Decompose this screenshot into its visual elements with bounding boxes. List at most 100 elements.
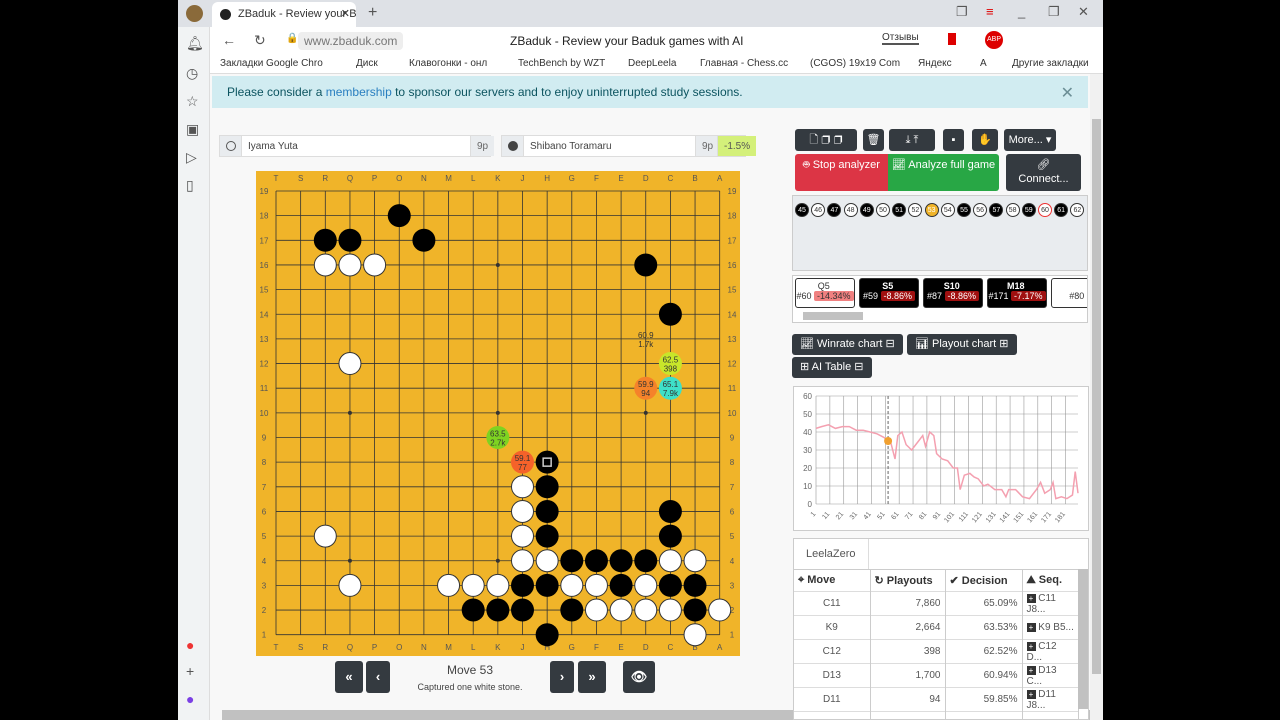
expand-icon[interactable]: + <box>1026 593 1036 603</box>
close-tab-icon[interactable]: ✕ <box>341 7 350 20</box>
move-strip-item[interactable]: 48 <box>843 203 858 217</box>
bookmark-item[interactable]: Яндекс <box>918 58 952 69</box>
minimize-button[interactable]: _ <box>1018 4 1025 19</box>
move-strip-item[interactable]: 53 <box>924 203 939 217</box>
expand-icon[interactable]: + <box>1026 665 1036 675</box>
white-player-name[interactable]: Iyama Yuta <box>248 141 298 152</box>
winrate-chart[interactable]: 0 10 20 30 40 50 60 1 11 21 31 41 51 61 71 81 91 101 111 12… <box>793 386 1089 531</box>
table-row[interactable]: D13 1,700 60.94% + D13 C... <box>794 663 1079 688</box>
handshake-icon[interactable]: ✋ <box>972 129 998 151</box>
download-upload-group[interactable]: ⤓ ⤒ <box>889 129 935 151</box>
move-strip-item[interactable]: 62 <box>1070 203 1085 217</box>
variation-card[interactable]: M18 #171 -7.17% <box>987 278 1047 308</box>
bookmark-icon[interactable] <box>948 33 956 45</box>
video-icon[interactable]: ▷ <box>186 149 197 166</box>
playout-chart-toggle[interactable]: 📊︎ Playout chart ⊞ <box>907 334 1017 355</box>
reload-icon[interactable]: ↻ <box>254 32 266 49</box>
col-move[interactable]: ⌖ Move <box>794 569 871 592</box>
membership-link[interactable]: membership <box>326 85 392 99</box>
prev-move-button[interactable]: ‹ <box>366 661 390 693</box>
url-field[interactable]: www.zbaduk.com <box>298 32 404 50</box>
move-strip-item[interactable]: 58 <box>1005 203 1020 217</box>
expand-icon[interactable]: + <box>1026 623 1036 632</box>
variation-card[interactable]: #80 <box>1051 278 1087 308</box>
winrate-chart-toggle[interactable]: 📈︎ Winrate chart ⊟ <box>792 334 903 355</box>
collections-icon[interactable]: ▣ <box>186 121 199 138</box>
move-strip-item[interactable]: 49 <box>859 203 874 217</box>
table-row[interactable]: C11 7,860 65.09% + C11 J8... <box>794 591 1079 616</box>
variation-card[interactable]: S5 #59 -8.86% <box>859 278 919 308</box>
variation-card[interactable]: Q5 #60 -14.34% <box>795 278 855 308</box>
variation-card[interactable]: S10 #87 -8.86% <box>923 278 983 308</box>
cards-scrollbar[interactable] <box>803 312 863 320</box>
bookmarks-icon[interactable]: ❐ <box>956 4 968 20</box>
table-row[interactable]: C12 398 62.52% + C12 D... <box>794 639 1079 664</box>
back-icon[interactable]: ← <box>222 32 236 48</box>
move-strip-item[interactable]: 56 <box>973 203 988 217</box>
close-window-button[interactable]: ✕ <box>1078 4 1089 20</box>
apps-icon[interactable]: ● <box>186 637 194 653</box>
restore-button[interactable]: ❐ <box>1048 4 1060 20</box>
move-strip-item[interactable]: 60 <box>1038 203 1052 217</box>
bookmark-item[interactable]: DeepLeela <box>628 58 676 69</box>
stop-analyzer-button[interactable]: 🤖︎ Stop analyzer <box>795 154 888 191</box>
profile-avatar[interactable] <box>186 5 203 22</box>
delete-icon[interactable]: 🗑︎ <box>863 129 884 151</box>
connect-button[interactable]: 🔗︎ Connect... <box>1006 154 1081 191</box>
notifications-icon[interactable]: ≡ <box>986 4 994 19</box>
move-strip-item[interactable]: 45 <box>795 203 809 217</box>
first-move-button[interactable]: « <box>335 661 363 693</box>
add-icon[interactable]: + <box>186 663 194 679</box>
more-dropdown[interactable]: More... ▾ <box>1004 129 1056 151</box>
bookmark-item[interactable]: Диск <box>356 58 378 69</box>
go-board[interactable]: T T 19 19 S S 18 18 R R 17 17 Q Q 16 16 P P 15 15 O O 14 14 N N 13… <box>256 171 740 656</box>
bookmark-item[interactable]: A <box>980 58 987 69</box>
tab-leelazero[interactable]: LeelaZero <box>794 539 869 569</box>
table-row[interactable]: J87759.10%+ J8 J9 ... <box>794 711 1079 719</box>
table-row[interactable]: D11 94 59.85% + D11 J8... <box>794 687 1079 712</box>
new-tab-button[interactable]: + <box>368 4 377 22</box>
browser-tab[interactable]: ZBaduk - Review your B ✕ <box>212 2 356 27</box>
last-move-button[interactable]: » <box>578 661 606 693</box>
star-icon[interactable]: ☆ <box>186 93 199 110</box>
move-strip-item[interactable]: 46 <box>811 203 826 217</box>
close-alert-icon[interactable]: ✕ <box>1061 83 1074 103</box>
bookmark-item[interactable]: Клавогонки - онл <box>409 58 487 69</box>
move-strip-item[interactable]: 61 <box>1054 203 1069 217</box>
history-icon[interactable]: ◷ <box>186 65 198 82</box>
move-strip-item[interactable]: 55 <box>957 203 971 217</box>
page-scrollbar[interactable] <box>1090 74 1103 720</box>
bookmark-item[interactable]: Главная - Chess.cc <box>700 58 788 69</box>
adblock-icon[interactable]: ABP <box>985 31 1003 49</box>
feedback-button[interactable]: Отзывы <box>882 32 919 45</box>
col-sequence[interactable]: ⛰ Seq. <box>1022 569 1079 592</box>
eye-button[interactable]: 👁︎ <box>623 661 655 693</box>
bookmark-item[interactable]: (CGOS) 19x19 Com <box>810 58 900 69</box>
expand-icon[interactable]: + <box>1026 641 1036 651</box>
table-row[interactable]: K9 2,664 63.53% + K9 B5... <box>794 615 1079 640</box>
bookmark-item[interactable]: TechBench by WZT <box>518 58 605 69</box>
move-strip-item[interactable]: 47 <box>827 203 842 217</box>
move-strip-item[interactable]: 52 <box>908 203 923 217</box>
next-move-button[interactable]: › <box>550 661 574 693</box>
black-player-name[interactable]: Shibano Toramaru <box>530 141 612 152</box>
expand-icon[interactable]: + <box>1026 689 1036 699</box>
ai-table-toggle[interactable]: ⊞ AI Table ⊟ <box>792 357 872 378</box>
move-strip-item[interactable]: 59 <box>1021 203 1036 217</box>
bookmark-item[interactable]: Закладки Google Chro <box>220 58 323 69</box>
move-strip-item[interactable]: 57 <box>989 203 1004 217</box>
save-icon[interactable]: ▪ <box>943 129 964 151</box>
col-decision[interactable]: ✔ Decision <box>945 569 1023 592</box>
table-scrollbar[interactable] <box>1078 569 1088 709</box>
move-strip-item[interactable]: 50 <box>876 203 890 217</box>
new-copy-paste-group[interactable]: 🗋 ❐ ❐ <box>795 129 857 151</box>
move-strip[interactable]: 45 46 47 48 49 50 51 52 53 54 55 56 57 58 59 60 61 62 <box>792 195 1088 271</box>
alice-icon[interactable]: ● <box>186 691 194 707</box>
zen-icon[interactable]: ▯ <box>186 177 194 194</box>
move-strip-item[interactable]: 51 <box>892 203 907 217</box>
bell-icon[interactable]: 🔔︎ <box>186 35 204 52</box>
move-strip-item[interactable]: 54 <box>940 203 955 217</box>
other-bookmarks[interactable]: Другие закладки <box>1012 58 1089 69</box>
analyze-full-game-button[interactable]: 📈︎ Analyze full game <box>888 154 999 191</box>
col-playouts[interactable]: ↻ Playouts <box>870 569 946 592</box>
